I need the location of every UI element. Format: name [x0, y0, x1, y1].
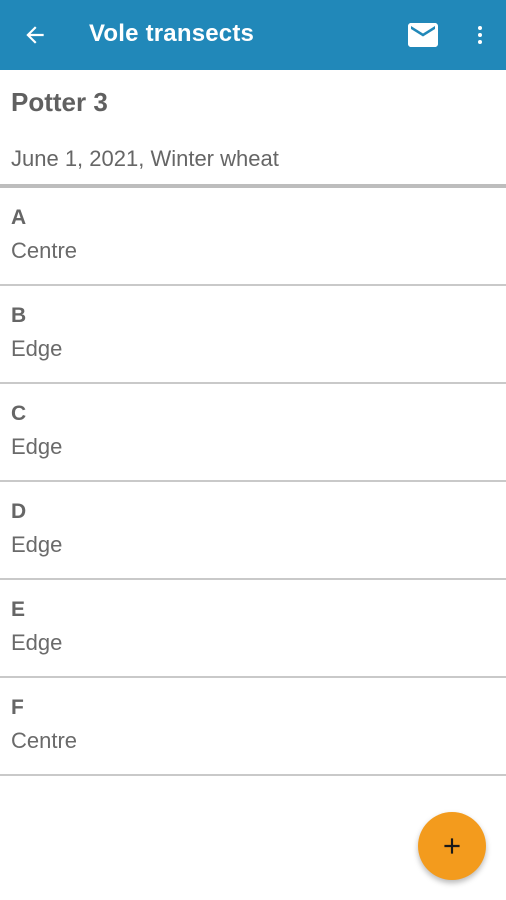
site-header: Potter 3 June 1, 2021, Winter wheat — [0, 70, 506, 184]
transect-location: Edge — [11, 532, 63, 557]
transect-letter: F — [11, 696, 24, 719]
transect-row-a[interactable]: A Centre — [0, 188, 506, 286]
transect-letter: B — [11, 304, 27, 327]
mail-icon — [408, 23, 438, 47]
app-bar-title: Vole transects — [89, 20, 255, 47]
transect-location: Edge — [11, 434, 63, 459]
transect-row-b[interactable]: B Edge — [0, 286, 506, 384]
app-bar: Vole transects — [0, 0, 506, 70]
transect-row-c[interactable]: C Edge — [0, 384, 506, 482]
more-vertical-icon — [478, 26, 482, 44]
plus-icon — [444, 838, 460, 854]
site-name: Potter 3 — [11, 87, 108, 117]
screen: Vole transects Potter 3 June 1, 2021, Wi… — [0, 0, 506, 900]
transect-location: Centre — [11, 728, 78, 753]
back-button[interactable] — [14, 14, 56, 56]
email-button[interactable] — [401, 14, 445, 56]
transect-row-f[interactable]: F Centre — [0, 678, 506, 776]
transect-letter: E — [11, 598, 26, 621]
transect-letter: A — [11, 206, 27, 229]
transect-row-e[interactable]: E Edge — [0, 580, 506, 678]
transect-location: Centre — [11, 238, 78, 263]
transect-location: Edge — [11, 336, 63, 361]
transect-row-d[interactable]: D Edge — [0, 482, 506, 580]
transect-list: A Centre B Edge C Edge D Edge E Edge F C… — [0, 188, 506, 776]
transect-location: Edge — [11, 630, 63, 655]
site-subtitle: June 1, 2021, Winter wheat — [11, 146, 279, 171]
transect-letter: D — [11, 500, 27, 523]
add-transect-button[interactable] — [418, 812, 486, 880]
arrow-left-icon — [26, 26, 44, 44]
transect-letter: C — [11, 402, 27, 425]
overflow-menu-button[interactable] — [462, 14, 498, 56]
